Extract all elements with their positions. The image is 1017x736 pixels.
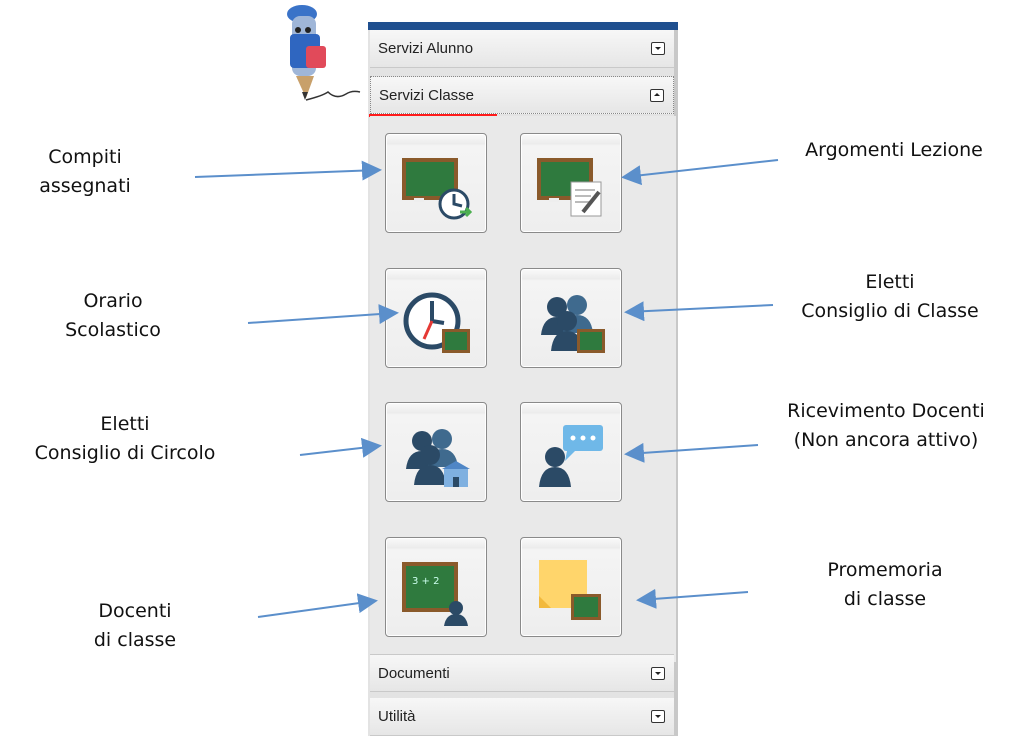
annotation-line: Scolastico: [65, 319, 161, 341]
arrow-promemoria: [636, 588, 749, 609]
annotation-ricevimento-docenti: Ricevimento Docenti (Non ancora attivo): [756, 397, 1016, 455]
annotation-line: Consiglio di Circolo: [34, 442, 216, 464]
arrow-eletti-circolo: [299, 437, 382, 458]
arrow-argomenti: [621, 159, 779, 186]
annotation-line: Promemoria: [827, 559, 943, 581]
arrow-orario: [247, 304, 399, 325]
annotation-line: Argomenti Lezione: [805, 139, 983, 161]
annotation-line: Consiglio di Classe: [801, 300, 979, 322]
annotation-eletti-consiglio-circolo: Eletti Consiglio di Circolo: [0, 410, 250, 468]
annotation-line: Ricevimento Docenti: [787, 400, 985, 422]
annotation-line: assegnati: [39, 175, 131, 197]
annotation-line: Compiti: [48, 146, 122, 168]
annotation-argomenti-lezione: Argomenti Lezione: [776, 136, 1012, 165]
arrow-ricevimento: [624, 442, 759, 463]
annotation-line: Orario: [83, 290, 143, 312]
annotation-compiti-assegnati: Compiti assegnati: [35, 143, 135, 201]
annotation-docenti-di-classe: Docenti di classe: [70, 597, 200, 655]
annotation-eletti-consiglio-classe: Eletti Consiglio di Classe: [770, 268, 1010, 326]
annotation-line: di classe: [93, 629, 177, 651]
arrow-docenti: [257, 593, 378, 618]
annotation-promemoria-di-classe: Promemoria di classe: [800, 556, 970, 614]
annotation-line: Docenti: [98, 600, 172, 622]
annotation-line: Eletti: [100, 413, 150, 435]
arrow-eletti-classe: [624, 301, 774, 322]
annotation-orario-scolastico: Orario Scolastico: [48, 287, 178, 345]
annotation-line: (Non ancora attivo): [793, 429, 979, 451]
arrow-compiti: [194, 160, 382, 181]
annotation-line: di classe: [843, 588, 927, 610]
annotation-line: Eletti: [865, 271, 915, 293]
